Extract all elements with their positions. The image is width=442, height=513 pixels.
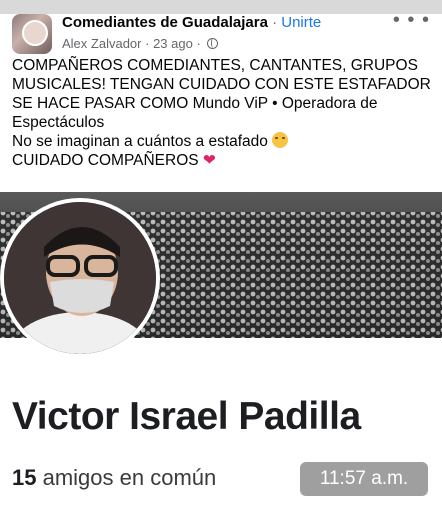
mutual-count: 15 bbox=[12, 465, 37, 490]
post-line-6: CUIDADO COMPAÑEROS bbox=[12, 152, 199, 169]
group-avatar-image bbox=[22, 20, 48, 46]
post-line-1: COMPAÑEROS COMEDIANTES, CANTANTES, GRUPO… bbox=[12, 57, 418, 74]
person-photo bbox=[4, 202, 156, 354]
status-time: 11:57 a.m. bbox=[300, 462, 428, 496]
post-body-text: COMPAÑEROS COMEDIANTES, CANTANTES, GRUPO… bbox=[12, 56, 432, 170]
crying-emoji-icon bbox=[272, 132, 289, 148]
red-heart-icon: ❤ bbox=[202, 152, 216, 169]
post-line-4: Espectáculos bbox=[12, 114, 105, 131]
post-line-5: No se imaginan a cuántos a estafado bbox=[12, 133, 268, 150]
post-header: Comediantes de Guadalajara · Unirte bbox=[62, 14, 321, 31]
mutual-label: amigos en común bbox=[42, 465, 217, 490]
group-avatar[interactable] bbox=[12, 14, 52, 54]
profile-name[interactable]: Victor Israel Padilla bbox=[12, 395, 361, 439]
profile-photo bbox=[4, 202, 156, 354]
mutual-friends[interactable]: 15 amigos en común bbox=[12, 465, 216, 491]
join-group-link[interactable]: Unirte bbox=[281, 14, 321, 31]
globe-icon bbox=[207, 38, 219, 49]
separator-dot: · bbox=[272, 14, 278, 31]
meta-separator: · bbox=[145, 36, 154, 51]
post-line-3: SE HACE PASAR COMO Mundo ViP • Operadora… bbox=[12, 95, 378, 112]
more-options-icon[interactable]: • • • bbox=[393, 10, 430, 30]
post-meta: Alex Zalvador · 23 ago · bbox=[62, 36, 219, 51]
post-time[interactable]: 23 ago bbox=[153, 36, 193, 51]
author-name[interactable]: Alex Zalvador bbox=[62, 36, 141, 51]
group-name-link[interactable]: Comediantes de Guadalajara bbox=[62, 14, 268, 31]
top-divider bbox=[0, 0, 442, 14]
post-line-2: MUSICALES! TENGAN CUIDADO CON ESTE ESTAF… bbox=[12, 76, 431, 93]
meta-separator-2: · bbox=[196, 36, 205, 51]
profile-picture[interactable] bbox=[0, 198, 160, 358]
